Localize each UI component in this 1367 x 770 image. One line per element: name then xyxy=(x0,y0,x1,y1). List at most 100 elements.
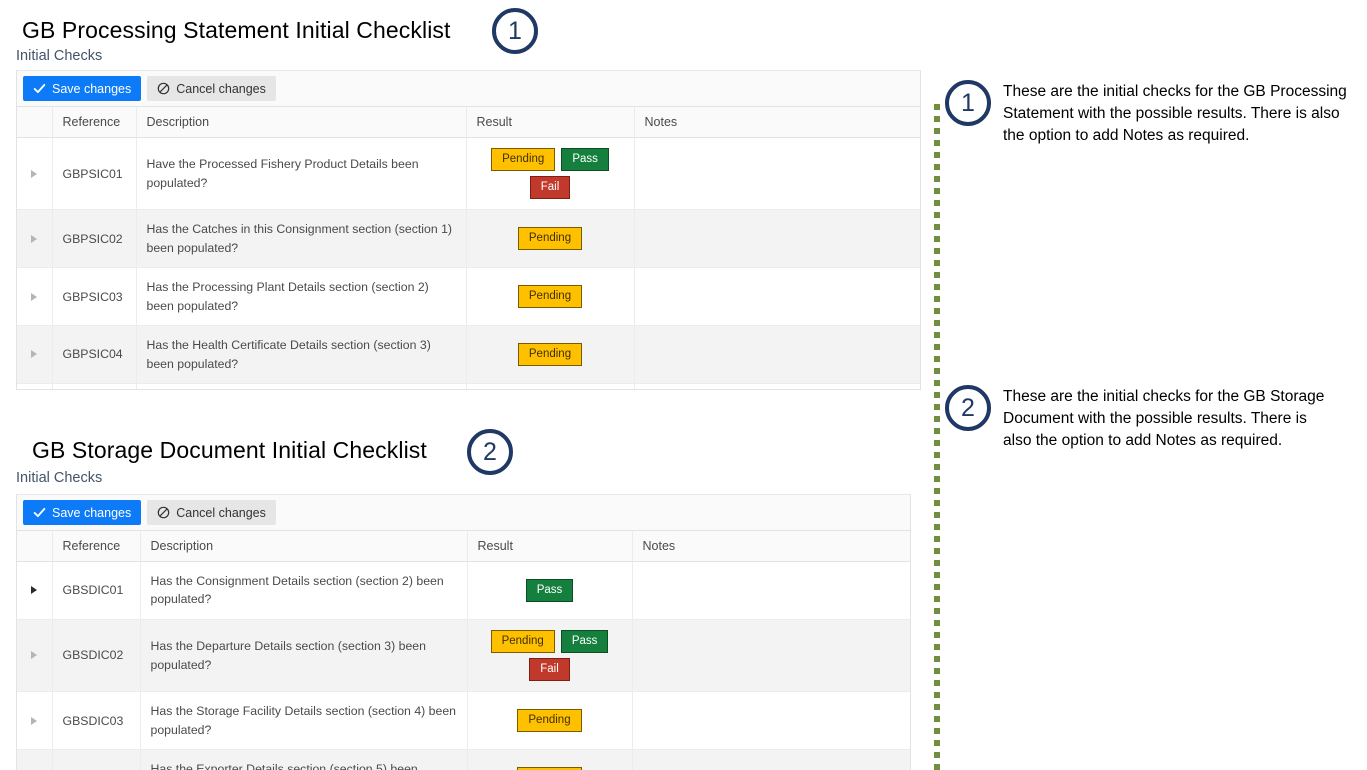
cell-description: Has the Catches in this Consignment sect… xyxy=(136,210,466,268)
cell-reference: GBPSIC05 xyxy=(52,384,136,390)
expand-row-toggle[interactable] xyxy=(17,562,52,620)
cell-notes[interactable] xyxy=(632,619,910,691)
expand-row-toggle[interactable] xyxy=(17,750,52,770)
expand-row-toggle[interactable] xyxy=(17,692,52,750)
save-changes-button-2[interactable]: Save changes xyxy=(23,500,141,525)
table-row[interactable]: GBPSIC05Has the Exporter Details section… xyxy=(17,384,920,390)
checklist-toolbar-1: Save changes Cancel changes xyxy=(17,71,920,107)
annotation-callout-marker-1: 1 xyxy=(945,80,991,126)
result-badge-fail[interactable]: Fail xyxy=(529,658,570,681)
cell-notes[interactable] xyxy=(634,210,920,268)
result-badge-fail[interactable]: Fail xyxy=(530,176,571,199)
cell-description: Has the Health Certificate Details secti… xyxy=(136,326,466,384)
cell-notes[interactable] xyxy=(634,138,920,210)
cancel-changes-label-1: Cancel changes xyxy=(176,82,266,96)
column-header-reference-2[interactable]: Reference xyxy=(52,531,140,562)
result-badge-group: Fail xyxy=(478,658,622,681)
chevron-right-icon xyxy=(31,651,37,659)
result-badge-group: Pending xyxy=(477,227,624,250)
cell-description: Has the Processing Plant Details section… xyxy=(136,268,466,326)
result-badge-pass[interactable]: Pass xyxy=(526,579,574,602)
cell-notes[interactable] xyxy=(632,562,910,620)
expand-row-toggle[interactable] xyxy=(17,326,52,384)
annotation-text-2: These are the initial checks for the GB … xyxy=(1003,386,1333,452)
section-divider xyxy=(934,104,940,770)
cell-reference: GBPSIC01 xyxy=(52,138,136,210)
column-header-description-2[interactable]: Description xyxy=(140,531,467,562)
cell-description: Has the Storage Facility Details section… xyxy=(140,692,467,750)
expand-row-toggle[interactable] xyxy=(17,138,52,210)
save-changes-label-1: Save changes xyxy=(52,82,131,96)
cancel-changes-button-1[interactable]: Cancel changes xyxy=(147,76,276,101)
cell-notes[interactable] xyxy=(634,326,920,384)
cell-description: Have the Processed Fishery Product Detai… xyxy=(136,138,466,210)
result-badge-pending[interactable]: Pending xyxy=(518,343,582,366)
column-header-description-1[interactable]: Description xyxy=(136,107,466,138)
annotation-2: 2 These are the initial checks for the G… xyxy=(945,380,1345,490)
expand-row-toggle[interactable] xyxy=(17,384,52,390)
expand-row-toggle[interactable] xyxy=(17,268,52,326)
table-header-row-1: Reference Description Result Notes xyxy=(17,107,920,138)
table-row[interactable]: GBPSIC03Has the Processing Plant Details… xyxy=(17,268,920,326)
table-row[interactable]: GBSDIC03Has the Storage Facility Details… xyxy=(17,692,910,750)
cell-reference: GBSDIC03 xyxy=(52,692,140,750)
column-header-expand-1 xyxy=(17,107,52,138)
cell-notes[interactable] xyxy=(634,384,920,390)
prohibition-icon xyxy=(157,506,170,519)
chevron-right-icon xyxy=(31,586,37,594)
table-row[interactable]: GBSDIC04Has the Exporter Details section… xyxy=(17,750,910,770)
column-header-notes-1[interactable]: Notes xyxy=(634,107,920,138)
result-badge-pending[interactable]: Pending xyxy=(491,148,555,171)
result-badge-pass[interactable]: Pass xyxy=(561,630,609,653)
table-row[interactable]: GBPSIC01Have the Processed Fishery Produ… xyxy=(17,138,920,210)
result-badge-pending[interactable]: Pending xyxy=(518,285,582,308)
column-header-result-2[interactable]: Result xyxy=(467,531,632,562)
cell-result: Pending xyxy=(467,692,632,750)
cancel-changes-button-2[interactable]: Cancel changes xyxy=(147,500,276,525)
result-badge-group: Fail xyxy=(477,176,624,199)
result-badge-pending[interactable]: Pending xyxy=(517,709,581,732)
cell-result: Pass xyxy=(467,562,632,620)
cell-notes[interactable] xyxy=(634,268,920,326)
cell-reference: GBSDIC04 xyxy=(52,750,140,770)
column-header-notes-2[interactable]: Notes xyxy=(632,531,910,562)
table-row[interactable]: GBPSIC04Has the Health Certificate Detai… xyxy=(17,326,920,384)
column-header-result-1[interactable]: Result xyxy=(466,107,634,138)
save-changes-label-2: Save changes xyxy=(52,506,131,520)
column-header-expand-2 xyxy=(17,531,52,562)
checklist-card-processing-statement: Save changes Cancel changes Reference De… xyxy=(16,70,921,390)
result-badge-group: Pass xyxy=(478,579,622,602)
cell-result: Pending xyxy=(466,384,634,390)
cell-reference: GBPSIC03 xyxy=(52,268,136,326)
result-badge-pending[interactable]: Pending xyxy=(491,630,555,653)
cell-result: Pending xyxy=(466,268,634,326)
expand-row-toggle[interactable] xyxy=(17,210,52,268)
save-changes-button-1[interactable]: Save changes xyxy=(23,76,141,101)
table-row[interactable]: GBSDIC01Has the Consignment Details sect… xyxy=(17,562,910,620)
prohibition-icon xyxy=(157,82,170,95)
slide-canvas: GB Processing Statement Initial Checklis… xyxy=(0,0,1367,770)
checklist-table-body-1: GBPSIC01Have the Processed Fishery Produ… xyxy=(17,138,920,391)
cell-notes[interactable] xyxy=(632,692,910,750)
result-badge-group: Pending Pass xyxy=(478,630,622,653)
result-badge-pass[interactable]: Pass xyxy=(561,148,609,171)
cell-reference: GBSDIC01 xyxy=(52,562,140,620)
annotation-text-1: These are the initial checks for the GB … xyxy=(1003,81,1365,147)
table-row[interactable]: GBPSIC02Has the Catches in this Consignm… xyxy=(17,210,920,268)
annotation-1: 1 These are the initial checks for the G… xyxy=(945,75,1365,185)
cell-description: Has the Exporter Details section (sectio… xyxy=(140,750,467,770)
table-row[interactable]: GBSDIC02Has the Departure Details sectio… xyxy=(17,619,910,691)
cell-description: Has the Departure Details section (secti… xyxy=(140,619,467,691)
result-badge-group: Pending Pass xyxy=(477,148,624,171)
cell-result: Pending xyxy=(466,210,634,268)
checklist-table-2: Reference Description Result Notes GBSDI… xyxy=(17,531,910,770)
cell-notes[interactable] xyxy=(632,750,910,770)
result-badge-pending[interactable]: Pending xyxy=(518,227,582,250)
section-label-initial-checks-1: Initial Checks xyxy=(16,48,102,64)
cell-result: Pending xyxy=(466,326,634,384)
expand-row-toggle[interactable] xyxy=(17,619,52,691)
column-header-reference-1[interactable]: Reference xyxy=(52,107,136,138)
table-header-row-2: Reference Description Result Notes xyxy=(17,531,910,562)
checklist-card-storage-document: Save changes Cancel changes Reference De… xyxy=(16,494,911,770)
cell-result: Pending Pass Fail xyxy=(467,619,632,691)
